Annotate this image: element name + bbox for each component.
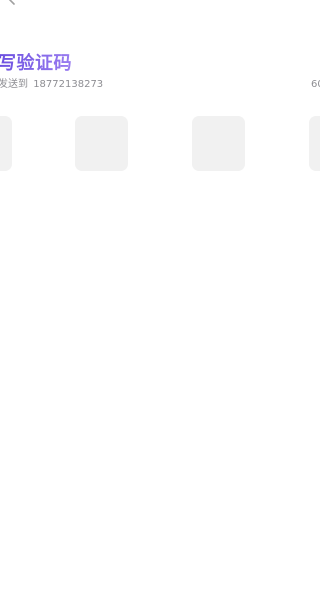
code-input-3[interactable] xyxy=(192,116,245,171)
verification-page: 写验证码 发送到 18772138273 60 xyxy=(0,0,320,607)
code-input-2[interactable] xyxy=(75,116,128,171)
chevron-left-icon xyxy=(8,0,15,5)
back-button[interactable] xyxy=(6,0,18,5)
sent-to-hint: 发送到 18772138273 xyxy=(0,79,103,91)
page-title: 写验证码 xyxy=(0,53,72,74)
code-input-1[interactable] xyxy=(0,116,12,171)
resend-countdown[interactable]: 60 xyxy=(311,79,320,91)
phone-number: 18772138273 xyxy=(33,79,104,90)
sent-to-label: 发送到 xyxy=(0,79,28,90)
code-input-4[interactable] xyxy=(309,116,320,171)
